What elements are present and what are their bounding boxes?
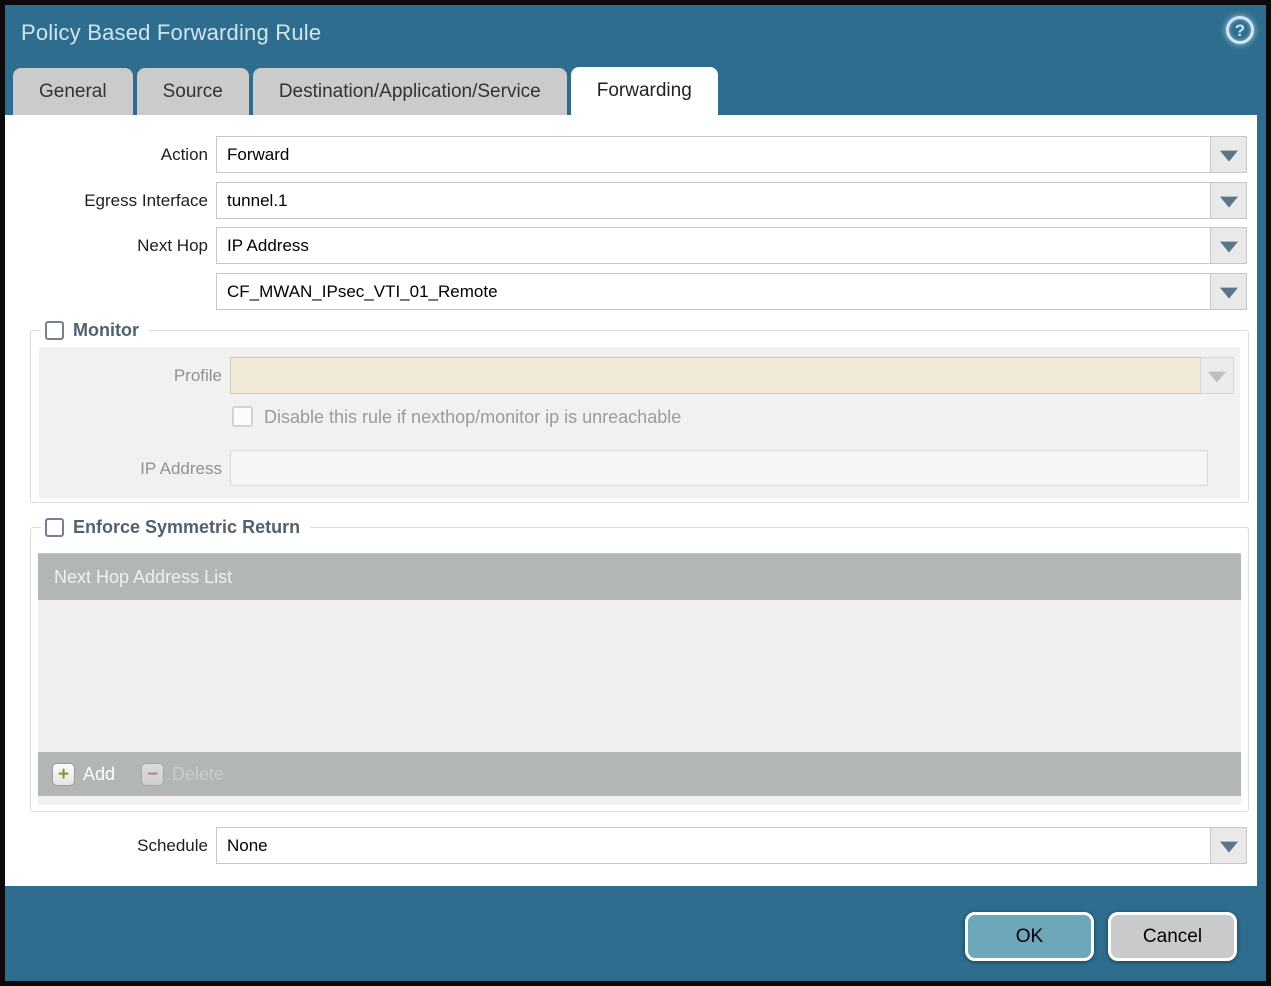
- monitor-profile-dropdown-button: [1200, 357, 1234, 394]
- tab-destination-application-service[interactable]: Destination/Application/Service: [252, 68, 567, 115]
- action-label: Action: [160, 145, 208, 164]
- next-hop-type-input[interactable]: [216, 227, 1211, 264]
- monitor-profile-input: [230, 357, 1201, 394]
- cancel-button[interactable]: Cancel: [1108, 912, 1237, 961]
- next-hop-address-dropdown-button[interactable]: [1210, 273, 1247, 310]
- tab-general[interactable]: General: [13, 68, 133, 115]
- delete-button-label: Delete: [172, 763, 225, 784]
- enforce-symmetric-return-checkbox[interactable]: [45, 517, 64, 537]
- monitor-section-title: Monitor: [73, 319, 139, 340]
- monitor-checkbox[interactable]: [45, 320, 64, 340]
- chevron-down-icon: [1219, 287, 1238, 299]
- chevron-down-icon: [1219, 196, 1238, 208]
- next-hop-address-list-body[interactable]: [38, 600, 1241, 752]
- disable-rule-label: Disable this rule if nexthop/monitor ip …: [264, 407, 682, 427]
- monitor-ip-address-input: [230, 450, 1208, 486]
- ok-button[interactable]: OK: [965, 912, 1094, 961]
- help-icon[interactable]: ?: [1226, 16, 1254, 44]
- schedule-dropdown-button[interactable]: [1210, 827, 1247, 864]
- monitor-legend: Monitor: [41, 317, 149, 343]
- symmetric-return-section-title: Enforce Symmetric Return: [73, 516, 301, 537]
- schedule-label: Schedule: [137, 836, 208, 855]
- pbf-rule-dialog: Policy Based Forwarding Rule ? General S…: [0, 0, 1271, 986]
- add-button-label: Add: [83, 763, 116, 784]
- tab-forwarding[interactable]: Forwarding: [570, 67, 718, 115]
- schedule-input[interactable]: [216, 827, 1211, 864]
- egress-interface-dropdown-button[interactable]: [1210, 182, 1247, 219]
- symmetric-return-legend: Enforce Symmetric Return: [41, 514, 311, 540]
- egress-interface-input[interactable]: [216, 182, 1211, 219]
- next-hop-type-dropdown-button[interactable]: [1210, 227, 1247, 264]
- next-hop-address-list-toolbar: + Add − Delete: [38, 752, 1241, 796]
- tab-source[interactable]: Source: [136, 68, 249, 115]
- delete-button: − Delete: [141, 762, 225, 786]
- action-dropdown-button[interactable]: [1210, 136, 1247, 173]
- chevron-down-icon: [1219, 841, 1238, 853]
- dialog-title: Policy Based Forwarding Rule: [21, 20, 322, 45]
- next-hop-address-list-header: Next Hop Address List: [38, 553, 1241, 600]
- next-hop-address-list-table: Next Hop Address List + Add − Delete: [38, 553, 1241, 805]
- egress-interface-label: Egress Interface: [84, 191, 208, 210]
- disable-rule-checkbox: [232, 406, 253, 427]
- forwarding-tab-panel: Action Egress Interface Next Hop Monitor: [5, 115, 1257, 886]
- chevron-down-icon: [1219, 150, 1238, 162]
- table-bottom-strip: [38, 796, 1241, 805]
- next-hop-label: Next Hop: [137, 236, 208, 255]
- next-hop-address-input[interactable]: [216, 273, 1211, 310]
- monitor-ip-address-label: IP Address: [140, 459, 222, 478]
- chevron-down-icon: [1208, 371, 1226, 383]
- action-input[interactable]: [216, 136, 1211, 173]
- profile-label: Profile: [173, 366, 222, 385]
- chevron-down-icon: [1219, 241, 1238, 253]
- add-button[interactable]: + Add: [52, 762, 116, 786]
- plus-icon: +: [52, 762, 75, 786]
- tab-bar: General Source Destination/Application/S…: [13, 67, 718, 115]
- minus-icon: −: [141, 762, 165, 786]
